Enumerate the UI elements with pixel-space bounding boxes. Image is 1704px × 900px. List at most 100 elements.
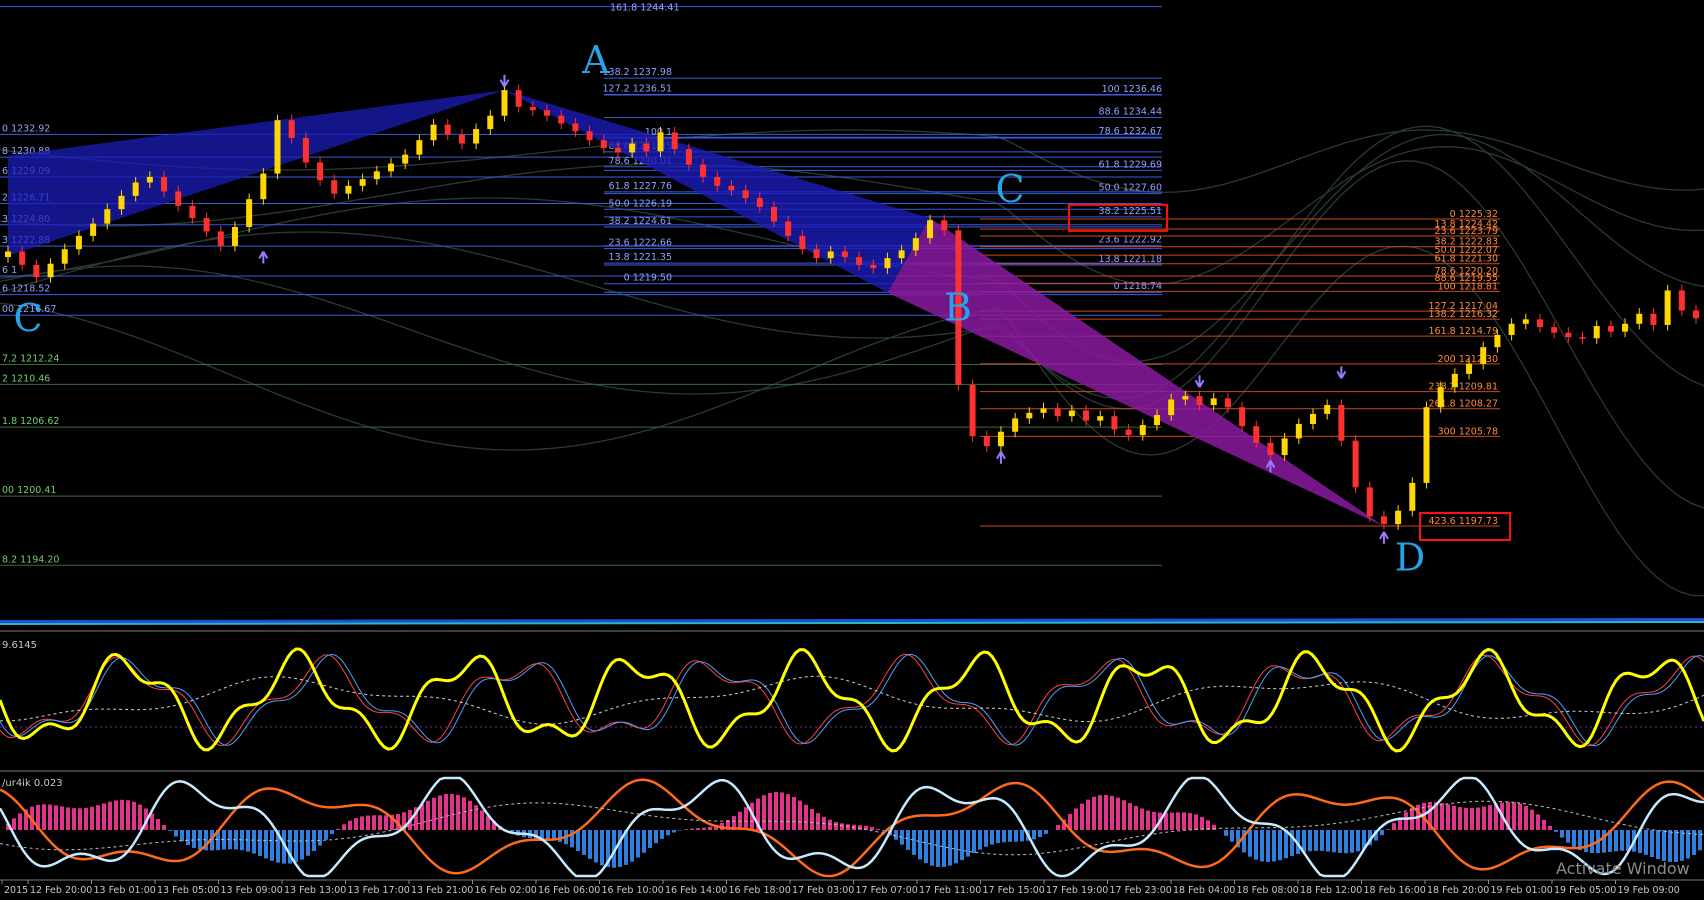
histogram-bar	[966, 830, 970, 857]
histogram-bar	[972, 830, 976, 853]
histogram-bar	[1182, 812, 1186, 830]
candle-body	[1069, 411, 1075, 417]
fib-left-label: 7.2 1212.24	[2, 354, 59, 365]
fib-orange-label: 61.8 1221.30	[1435, 254, 1498, 265]
histogram-bar	[348, 821, 352, 830]
histogram-bar	[792, 797, 796, 830]
histogram-bar	[978, 830, 982, 850]
candle-body	[1565, 333, 1571, 337]
histogram-bar	[798, 801, 802, 830]
fib-orange-label: 423.6 1197.73	[1428, 516, 1498, 527]
histogram-bar	[426, 801, 430, 830]
x-tick-label: 18 Feb 20:00	[1427, 885, 1489, 896]
point-label-a: A	[581, 38, 610, 82]
histogram-bar	[834, 822, 838, 830]
candle-body	[246, 199, 252, 227]
histogram-bar	[684, 829, 688, 830]
histogram-bar	[1386, 829, 1390, 830]
histogram-bar	[1488, 805, 1492, 830]
histogram-bar	[156, 819, 160, 830]
candle-body	[927, 220, 933, 238]
candle-body	[1338, 405, 1344, 441]
candle-body	[1650, 314, 1656, 325]
histogram-bar	[894, 830, 898, 840]
histogram-bar	[1134, 806, 1138, 830]
candle-body	[629, 144, 635, 153]
histogram-bar	[912, 830, 916, 855]
candle-body	[970, 385, 976, 436]
candle-body	[90, 224, 96, 236]
histogram-bar	[1350, 830, 1354, 853]
candle-body	[743, 190, 749, 198]
fib-mid-label: 127.2 1236.51	[602, 83, 672, 94]
histogram-bar	[1446, 804, 1450, 830]
histogram-bar	[18, 813, 22, 830]
histogram-bar	[1080, 804, 1084, 830]
histogram-bar	[42, 804, 46, 830]
histogram-bar	[582, 830, 586, 855]
candle-body	[1693, 310, 1699, 318]
candle-body	[374, 171, 380, 179]
fib-orange-label: 200 1212.30	[1438, 354, 1498, 365]
candle-body	[147, 177, 153, 183]
chart-window[interactable]: 161.8 1244.410 1232.928 1230.886 1229.09…	[0, 0, 1704, 896]
histogram-bar	[588, 830, 592, 859]
candle-body	[445, 125, 451, 135]
histogram-bar	[1590, 830, 1594, 853]
histogram-bar	[1620, 830, 1624, 851]
histogram-bar	[150, 813, 154, 830]
histogram-bar	[1392, 823, 1396, 830]
candle-body	[331, 180, 337, 193]
histogram-bar	[384, 815, 388, 830]
price-chart-svg[interactable]: 161.8 1244.410 1232.928 1230.886 1229.09…	[0, 0, 1704, 896]
histogram-bar	[870, 827, 874, 830]
histogram-bar	[876, 829, 880, 830]
x-tick-label: 17 Feb 23:00	[1110, 885, 1172, 896]
histogram-bar	[762, 795, 766, 830]
fib-right-label: 100 1236.46	[1102, 84, 1162, 95]
histogram-bar	[1512, 802, 1516, 830]
candle-body	[530, 107, 536, 110]
histogram-bar	[1002, 830, 1006, 842]
histogram-bar	[558, 830, 562, 842]
histogram-bar	[1404, 812, 1408, 830]
histogram-bar	[1032, 830, 1036, 839]
histogram-bar	[996, 830, 1000, 843]
histogram-bar	[858, 825, 862, 830]
histogram-bar	[306, 830, 310, 856]
candle-body	[884, 258, 890, 268]
candle-body	[1026, 413, 1032, 419]
x-tick-label: 13 Feb 21:00	[411, 885, 473, 896]
candle-body	[1040, 408, 1046, 412]
histogram-bar	[1332, 830, 1336, 852]
candle-body	[1423, 407, 1429, 483]
histogram-bar	[114, 800, 118, 830]
candle-body	[913, 238, 919, 250]
x-tick-label: 16 Feb 18:00	[729, 885, 791, 896]
histogram-bar	[1038, 830, 1042, 837]
histogram-bar	[66, 807, 70, 830]
candle-body	[1324, 405, 1330, 414]
fib-mid-label: 38.2 1224.61	[609, 216, 672, 227]
candle-body	[870, 265, 876, 268]
candle-body	[104, 209, 110, 223]
histogram-bar	[132, 802, 136, 830]
candle-body	[459, 135, 465, 144]
candle-body	[998, 432, 1004, 446]
histogram-bar	[546, 830, 550, 839]
x-tick-label: 18 Feb 16:00	[1364, 885, 1426, 896]
candle-body	[544, 110, 550, 116]
histogram-bar	[1518, 804, 1522, 830]
histogram-bar	[696, 828, 700, 830]
candle-body	[1197, 396, 1203, 405]
fib-top-label: 161.8 1244.41	[610, 3, 680, 14]
histogram-bar	[168, 830, 172, 831]
candle-body	[941, 220, 947, 230]
histogram-bar	[450, 794, 454, 830]
histogram-bar	[1602, 830, 1606, 853]
candle-body	[1253, 426, 1259, 443]
histogram-bar	[246, 830, 250, 852]
candle-body	[1126, 430, 1132, 436]
candle-body	[289, 120, 295, 138]
histogram-bar	[324, 830, 328, 840]
